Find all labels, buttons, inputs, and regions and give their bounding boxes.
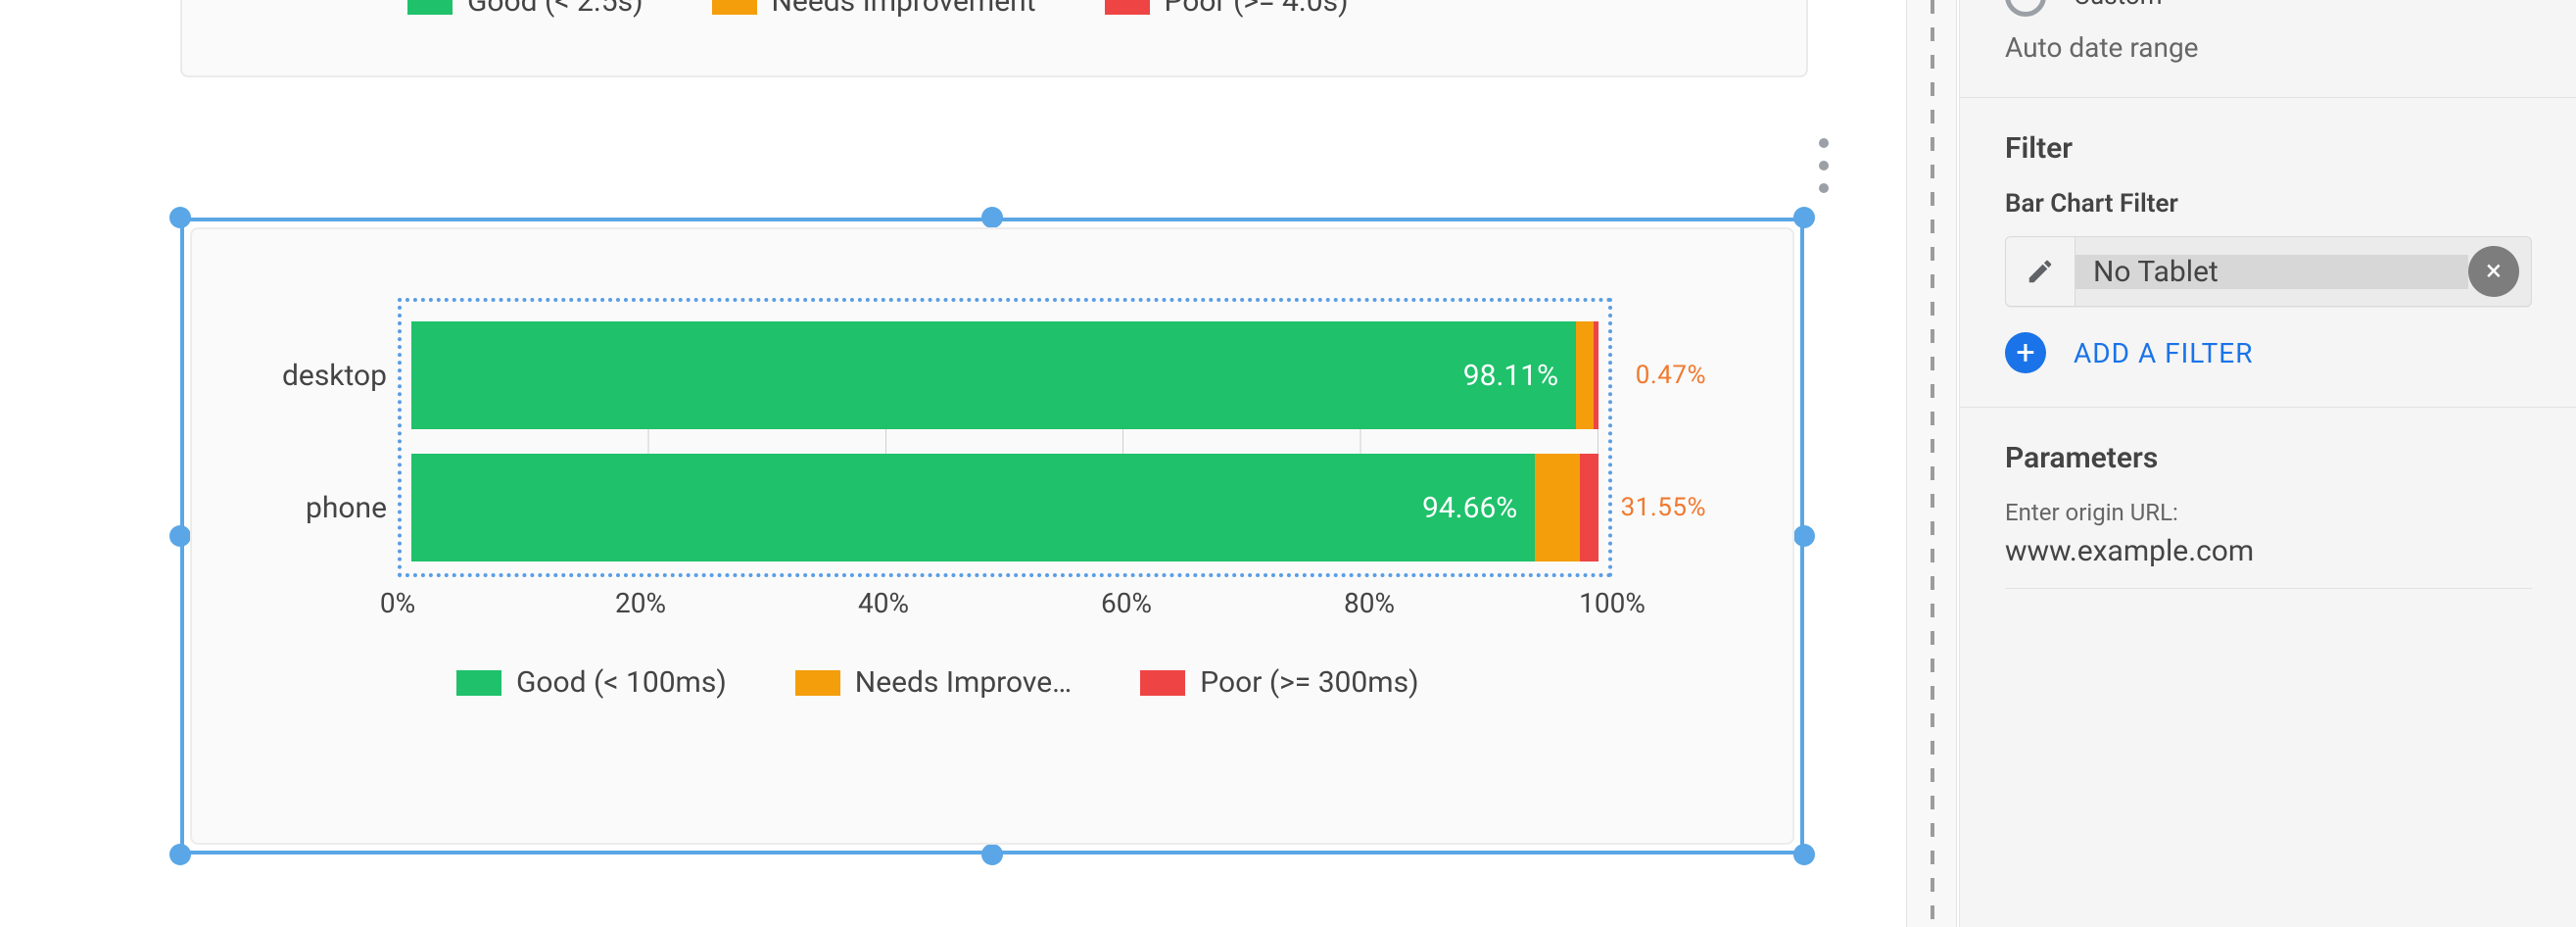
legend-item-good: Good (< 100ms): [456, 665, 727, 700]
segment-poor: [1580, 454, 1598, 561]
legend-swatch-good: [456, 670, 501, 696]
more-vert-icon[interactable]: [1809, 138, 1838, 193]
resize-handle-tc[interactable]: [981, 207, 1003, 228]
x-axis: 0% 20% 40% 60% 80% 100%: [398, 587, 1612, 636]
close-icon[interactable]: ×: [2468, 246, 2519, 297]
section-title: Parameters: [2005, 441, 2532, 475]
resize-handle-br[interactable]: [1793, 844, 1815, 865]
segment-good: 94.66%: [411, 454, 1535, 561]
date-range-option-custom[interactable]: Custom: [1960, 0, 2576, 25]
selected-chart-frame[interactable]: desktop 98.11% 0.47% phone 94.66%: [180, 218, 1804, 854]
legend-label: Poor (>= 4.0s): [1165, 0, 1349, 19]
section-title: Filter: [2005, 131, 2532, 166]
resize-handle-mr[interactable]: [1793, 525, 1815, 547]
filter-chip-label: No Tablet: [2075, 255, 2468, 289]
add-filter-label: ADD A FILTER: [2074, 337, 2253, 369]
plus-icon: +: [2005, 332, 2046, 373]
row-label: phone: [240, 491, 387, 525]
legend-label: Good (< 2.5s): [467, 0, 644, 19]
resize-handle-tr[interactable]: [1793, 207, 1815, 228]
properties-panel: Custom Auto date range Filter Bar Chart …: [1959, 0, 2576, 927]
legend-item-poor: Poor (>= 4.0s): [1105, 0, 1349, 19]
segment-good: 98.11%: [411, 321, 1576, 429]
filter-chip[interactable]: No Tablet ×: [2005, 236, 2532, 307]
row-label: desktop: [240, 359, 387, 393]
vertical-ruler[interactable]: [1906, 0, 1957, 927]
value-good: 98.11%: [1463, 359, 1558, 393]
value-good: 94.66%: [1422, 491, 1517, 525]
legend-swatch-poor: [1140, 670, 1185, 696]
radio-icon: [2005, 0, 2046, 17]
legend-swatch-ni: [795, 670, 840, 696]
upper-chart-card[interactable]: Good (< 2.5s) Needs Improvement Poor (>=…: [180, 0, 1808, 77]
x-tick: 40%: [858, 587, 909, 619]
chart-card[interactable]: desktop 98.11% 0.47% phone 94.66%: [190, 227, 1794, 845]
legend-item-good: Good (< 2.5s): [407, 0, 644, 19]
segment-needs-improvement: [1535, 454, 1580, 561]
upper-legend: Good (< 2.5s) Needs Improvement Poor (>=…: [407, 0, 1349, 19]
segment-needs-improvement: [1576, 321, 1594, 429]
chart-legend: Good (< 100ms) Needs Improve… Poor (>= 3…: [456, 665, 1753, 700]
plot-area: desktop 98.11% 0.47% phone 94.66%: [398, 298, 1612, 577]
segment-poor: [1594, 321, 1598, 429]
x-tick: 20%: [615, 587, 666, 619]
add-filter-row[interactable]: + ADD A FILTER: [2005, 332, 2532, 373]
resize-handle-bl[interactable]: [169, 844, 191, 865]
legend-label: Needs Improve…: [855, 665, 1072, 700]
legend-label: Good (< 100ms): [516, 665, 727, 700]
section-subtitle: Bar Chart Filter: [2005, 189, 2532, 219]
legend-item-ni: Needs Improvement: [712, 0, 1036, 19]
x-tick: 60%: [1101, 587, 1152, 619]
legend-label: Poor (>= 300ms): [1200, 665, 1418, 700]
x-tick: 0%: [380, 587, 415, 619]
x-tick: 100%: [1579, 587, 1646, 619]
divider: [2005, 588, 2532, 589]
auto-date-range-link[interactable]: Auto date range: [1960, 25, 2576, 97]
parameter-field-value[interactable]: www.example.com: [2005, 534, 2532, 568]
legend-item-poor: Poor (>= 300ms): [1140, 665, 1418, 700]
overflow-value: 0.47%: [1636, 374, 1706, 376]
pencil-icon[interactable]: [2006, 237, 2075, 306]
resize-handle-tl[interactable]: [169, 207, 191, 228]
legend-swatch-poor: [1105, 0, 1150, 15]
overflow-value: 31.55%: [1621, 507, 1706, 509]
stacked-bar: 94.66%: [411, 454, 1598, 561]
legend-label: Needs Improvement: [772, 0, 1036, 19]
parameter-field-label: Enter origin URL:: [2005, 499, 2532, 526]
radio-label: Custom: [2074, 0, 2163, 11]
parameters-section: Parameters Enter origin URL: www.example…: [1960, 407, 2576, 588]
resize-handle-ml[interactable]: [169, 525, 191, 547]
resize-handle-bc[interactable]: [981, 844, 1003, 865]
stacked-bar: 98.11%: [411, 321, 1598, 429]
legend-swatch-good: [407, 0, 453, 15]
bar-row-phone: phone 94.66% 31.55%: [411, 454, 1598, 561]
x-tick: 80%: [1344, 587, 1395, 619]
legend-item-ni: Needs Improve…: [795, 665, 1072, 700]
legend-swatch-ni: [712, 0, 757, 15]
bar-row-desktop: desktop 98.11% 0.47%: [411, 321, 1598, 429]
filter-section: Filter Bar Chart Filter No Tablet × + AD…: [1960, 97, 2576, 407]
